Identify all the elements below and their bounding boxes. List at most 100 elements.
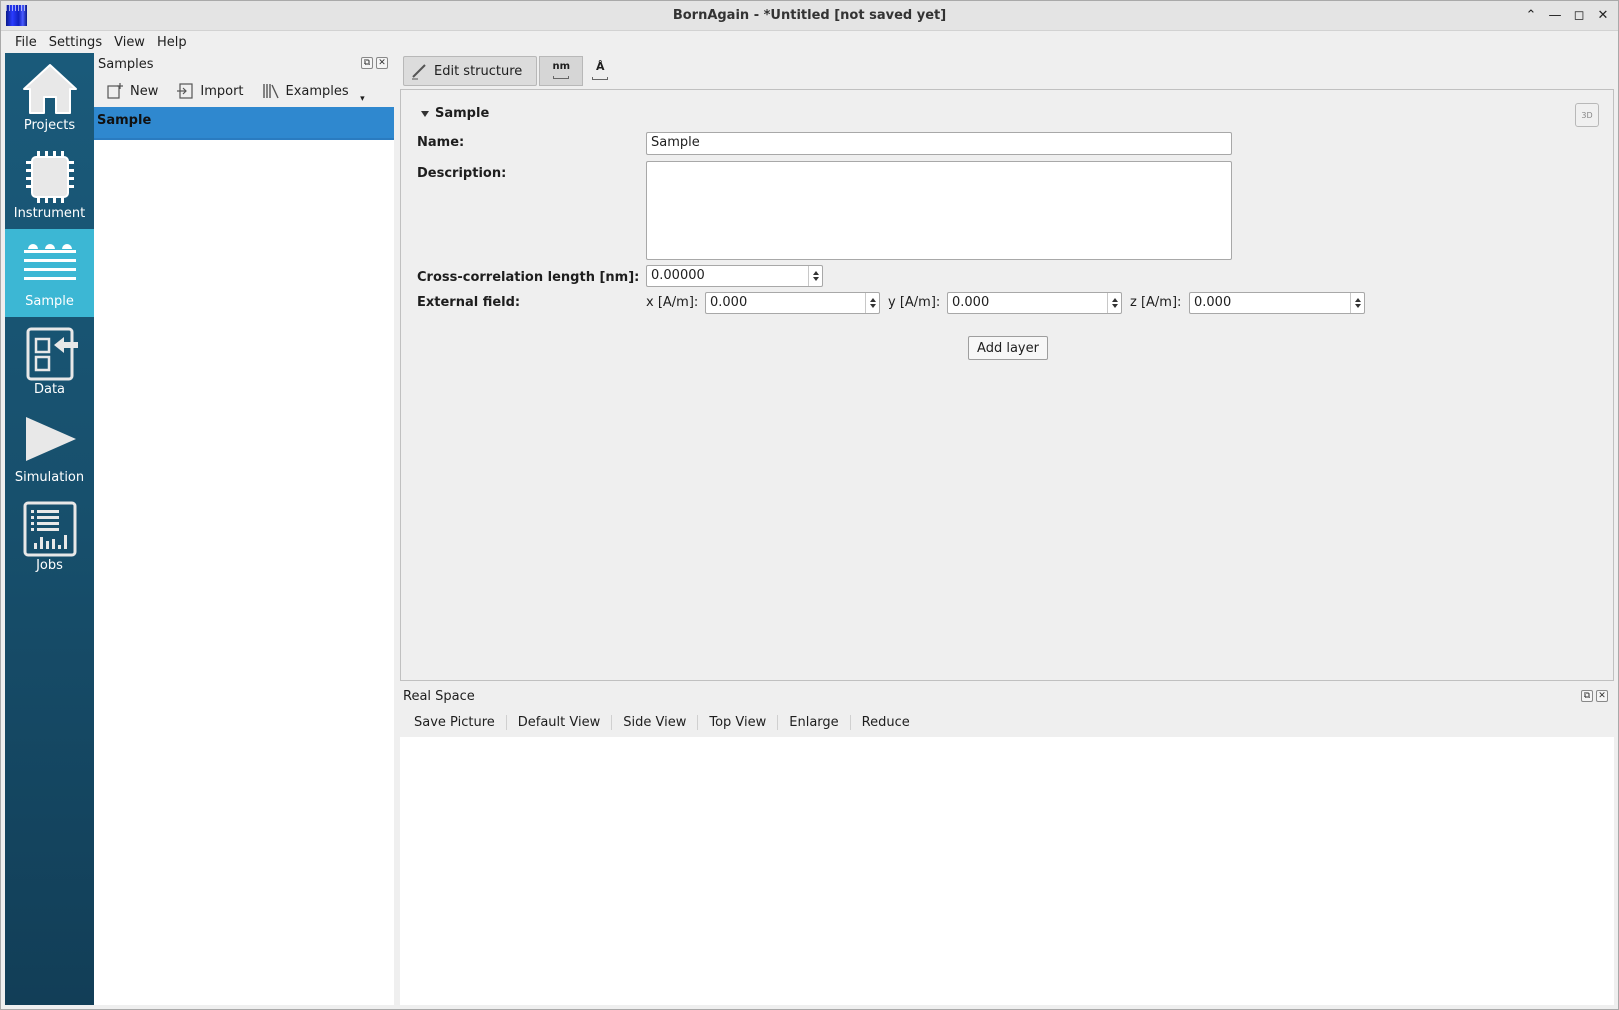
spin-arrows[interactable] bbox=[808, 266, 822, 286]
nav-label: Data bbox=[33, 382, 66, 397]
field-y-value: 0.000 bbox=[952, 295, 990, 310]
nav-label: Jobs bbox=[36, 558, 63, 573]
close-icon[interactable]: ✕ bbox=[1594, 6, 1612, 24]
menu-bar: File Settings View Help bbox=[1, 31, 1618, 53]
samples-panel-title: Samples bbox=[98, 56, 154, 72]
description-label: Description: bbox=[417, 166, 507, 181]
section-title: Sample bbox=[435, 106, 490, 121]
spin-up-icon[interactable] bbox=[869, 298, 876, 302]
pencil-icon bbox=[412, 64, 426, 80]
external-field-label: External field: bbox=[417, 295, 521, 310]
sample-editor: Sample 3D Name: Sample Description: Cros… bbox=[400, 89, 1614, 681]
nav-label: Sample bbox=[25, 294, 74, 309]
examples-button[interactable]: Examples ▾ bbox=[256, 78, 365, 104]
close-icon[interactable]: ✕ bbox=[1596, 690, 1608, 702]
spin-down-icon[interactable] bbox=[869, 304, 876, 308]
spin-up-icon[interactable] bbox=[1354, 298, 1361, 302]
reduce-button[interactable]: Reduce bbox=[851, 715, 921, 730]
nav-data[interactable]: Data bbox=[5, 317, 94, 405]
spin-arrows[interactable] bbox=[865, 293, 879, 313]
import-data-icon bbox=[26, 327, 78, 381]
name-input[interactable]: Sample bbox=[646, 132, 1232, 155]
field-z-spinbox[interactable]: 0.000 bbox=[1189, 292, 1365, 314]
float-icon[interactable]: ⧉ bbox=[361, 57, 373, 69]
jobs-icon bbox=[23, 501, 76, 557]
real-space-canvas[interactable] bbox=[400, 737, 1614, 1005]
3d-view-icon[interactable]: 3D bbox=[1575, 103, 1599, 127]
cross-correlation-label: Cross-correlation length [nm]: bbox=[417, 270, 640, 285]
close-icon[interactable]: ✕ bbox=[376, 57, 388, 69]
spin-up-icon[interactable] bbox=[1111, 298, 1118, 302]
maximize-icon[interactable]: ◻ bbox=[1570, 6, 1588, 24]
enlarge-button[interactable]: Enlarge bbox=[778, 714, 851, 730]
edit-toolbar: Edit structure nm Å bbox=[400, 53, 1614, 89]
list-item[interactable]: Sample bbox=[94, 107, 394, 140]
float-icon[interactable]: ⧉ bbox=[1581, 690, 1593, 702]
field-y-label: y [A/m]: bbox=[888, 295, 941, 310]
name-label: Name: bbox=[417, 135, 465, 150]
cross-correlation-value: 0.00000 bbox=[651, 268, 705, 283]
field-x-value: 0.000 bbox=[710, 295, 748, 310]
menu-help[interactable]: Help bbox=[151, 35, 193, 50]
nav-projects[interactable]: Projects bbox=[5, 53, 94, 141]
real-space-title: Real Space bbox=[403, 688, 475, 704]
top-view-button[interactable]: Top View bbox=[698, 714, 779, 730]
real-space-toolbar: Save Picture Default View Side View Top … bbox=[400, 707, 1614, 737]
main-nav: Projects Instrument Sample Data Simulati… bbox=[5, 53, 94, 1005]
field-y-spinbox[interactable]: 0.000 bbox=[947, 292, 1122, 314]
cross-correlation-spinbox[interactable]: 0.00000 bbox=[646, 265, 823, 287]
nav-label: Simulation bbox=[14, 470, 85, 485]
nav-sample[interactable]: Sample bbox=[5, 229, 94, 317]
import-sample-button[interactable]: Import bbox=[170, 78, 249, 104]
unit-nm-label: nm bbox=[552, 61, 571, 72]
nav-jobs[interactable]: Jobs bbox=[5, 493, 94, 581]
side-view-button[interactable]: Side View bbox=[612, 714, 699, 730]
nav-instrument[interactable]: Instrument bbox=[5, 141, 94, 229]
chevron-up-icon[interactable]: ⌃ bbox=[1522, 6, 1540, 24]
library-icon bbox=[262, 84, 279, 99]
minimize-icon[interactable]: — bbox=[1546, 6, 1564, 24]
unit-angstrom-label: Å bbox=[596, 60, 605, 73]
import-label: Import bbox=[200, 83, 244, 99]
layers-icon bbox=[23, 244, 76, 280]
menu-view[interactable]: View bbox=[108, 35, 151, 50]
house-icon bbox=[22, 64, 77, 114]
app-window: BornAgain - *Untitled [not saved yet] ⌃ … bbox=[0, 0, 1619, 1010]
field-x-spinbox[interactable]: 0.000 bbox=[705, 292, 880, 314]
spin-down-icon[interactable] bbox=[1111, 304, 1118, 308]
edit-structure-label: Edit structure bbox=[434, 63, 523, 79]
field-z-value: 0.000 bbox=[1194, 295, 1232, 310]
description-textarea[interactable] bbox=[646, 161, 1232, 260]
sample-section-header[interactable]: Sample bbox=[421, 106, 489, 121]
field-x-label: x [A/m]: bbox=[646, 295, 699, 310]
new-document-icon bbox=[107, 83, 123, 99]
samples-toolbar: New Import Examples ▾ bbox=[94, 75, 394, 107]
spin-up-icon[interactable] bbox=[812, 271, 819, 275]
spin-down-icon[interactable] bbox=[1354, 304, 1361, 308]
unit-angstrom-button[interactable]: Å bbox=[585, 56, 615, 86]
samples-panel-header: Samples ⧉ ✕ bbox=[94, 53, 394, 75]
title-bar: BornAgain - *Untitled [not saved yet] ⌃ … bbox=[1, 1, 1618, 31]
samples-list: Sample bbox=[94, 107, 394, 140]
spin-down-icon[interactable] bbox=[812, 277, 819, 281]
save-picture-button[interactable]: Save Picture bbox=[403, 714, 507, 730]
ruler-icon bbox=[592, 77, 609, 80]
chip-icon bbox=[25, 151, 74, 203]
ruler-icon bbox=[553, 76, 570, 79]
samples-panel: Samples ⧉ ✕ New Import Examples ▾ Sample bbox=[94, 53, 394, 1005]
collapse-triangle-icon bbox=[421, 110, 429, 117]
unit-nm-button[interactable]: nm bbox=[539, 56, 584, 86]
spin-arrows[interactable] bbox=[1107, 293, 1121, 313]
new-sample-button[interactable]: New bbox=[100, 78, 164, 104]
import-icon bbox=[177, 83, 193, 99]
edit-structure-button[interactable]: Edit structure bbox=[403, 56, 538, 86]
menu-file[interactable]: File bbox=[9, 35, 43, 50]
play-icon bbox=[25, 417, 76, 461]
default-view-button[interactable]: Default View bbox=[507, 714, 613, 730]
nav-label: Projects bbox=[23, 118, 76, 133]
spin-arrows[interactable] bbox=[1350, 293, 1364, 313]
add-layer-button[interactable]: Add layer bbox=[968, 336, 1048, 360]
menu-settings[interactable]: Settings bbox=[43, 35, 108, 50]
nav-simulation[interactable]: Simulation bbox=[5, 405, 94, 493]
chevron-down-icon[interactable]: ▾ bbox=[360, 94, 365, 104]
